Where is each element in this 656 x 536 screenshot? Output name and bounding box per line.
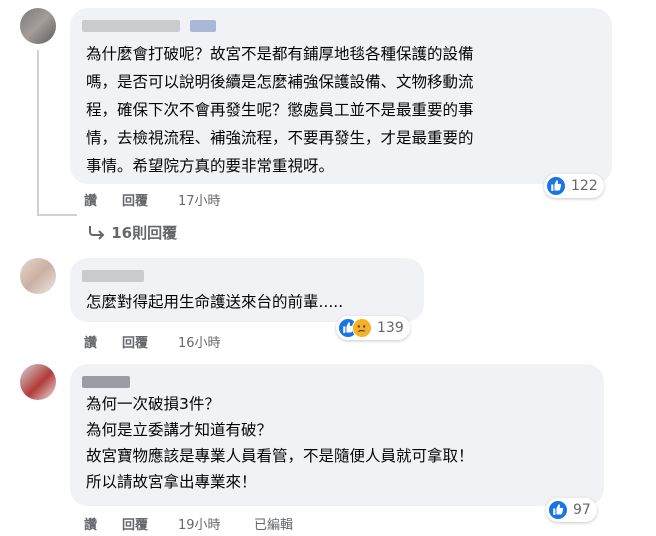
like-button[interactable]: 讚 <box>84 190 97 209</box>
comment-actions: 讚 回覆 16小時 <box>84 332 384 351</box>
like-button[interactable]: 讚 <box>84 332 97 351</box>
edited-label: 已編輯 <box>254 518 294 533</box>
reply-button[interactable]: 回覆 <box>122 332 148 351</box>
like-button[interactable]: 讚 <box>84 514 97 533</box>
comment-text-line: 為什麼會打破呢？故宮不是都有鋪厚地毯各種保護的設備 <box>86 45 474 63</box>
like-reaction-icon <box>548 500 568 520</box>
comment-actions: 讚 回覆 19小時 已編輯 <box>84 514 424 533</box>
comment-text-line: 故宮寶物應該是專業人員看管，不是隨便人員就可拿取！ <box>86 447 474 465</box>
timestamp[interactable]: 17小時 <box>178 190 221 209</box>
avatar[interactable] <box>20 364 56 400</box>
comment-bubble: 為何一次破損3件？ 為何是立委講才知道有破？ 故宮寶物應該是專業人員看管，不是隨… <box>70 364 604 506</box>
view-replies-label: 16則回覆 <box>111 224 178 242</box>
timestamp[interactable]: 19小時 <box>178 514 221 533</box>
reply-button[interactable]: 回覆 <box>122 190 148 209</box>
comment-actions: 讚 回覆 17小時 <box>84 190 384 209</box>
comment-text-line: 所以請故宮拿出專業來！ <box>86 473 257 491</box>
reaction-count: 122 <box>571 178 598 194</box>
timestamp[interactable]: 16小時 <box>178 332 221 351</box>
comment-text-line: 為何是立委講才知道有破？ <box>86 421 273 439</box>
comment-text-line: 情，去檢視流程、補強流程，不要再發生，才是最重要的 <box>86 129 474 147</box>
comment-text-line: 為何一次破損3件？ <box>86 395 220 413</box>
reaction-count: 97 <box>573 502 591 518</box>
comment-text-line: 事情。希望院方真的要非常重視呀。 <box>86 157 335 175</box>
thread-line <box>37 50 39 216</box>
comment-text-line: 怎麼對得起用生命護送來台的前輩..... <box>86 293 344 311</box>
reaction-summary[interactable]: 122 <box>544 174 604 198</box>
like-reaction-icon <box>546 176 566 196</box>
comment-bubble: 怎麼對得起用生命護送來台的前輩..... <box>70 258 424 322</box>
author-name-blurred[interactable] <box>82 376 142 390</box>
thread-line <box>37 214 77 216</box>
comment-text-line: 程，確保下次不會再發生呢？懲處員工並不是最重要的事 <box>86 101 474 119</box>
view-replies-link[interactable]: 16則回覆 <box>88 222 177 243</box>
reply-arrow-icon <box>89 226 105 240</box>
comment-text-line: 嗎，是否可以說明後續是怎麼補強保護設備、文物移動流 <box>86 73 474 91</box>
comment-bubble: 為什麼會打破呢？故宮不是都有鋪厚地毯各種保護的設備 嗎，是否可以說明後續是怎麼補… <box>70 8 612 184</box>
author-name-blurred[interactable] <box>82 270 152 284</box>
avatar[interactable] <box>20 258 56 294</box>
avatar[interactable] <box>20 8 56 44</box>
reply-button[interactable]: 回覆 <box>122 514 148 533</box>
author-name-blurred[interactable] <box>82 20 216 34</box>
reaction-summary[interactable]: 97 <box>546 498 597 522</box>
